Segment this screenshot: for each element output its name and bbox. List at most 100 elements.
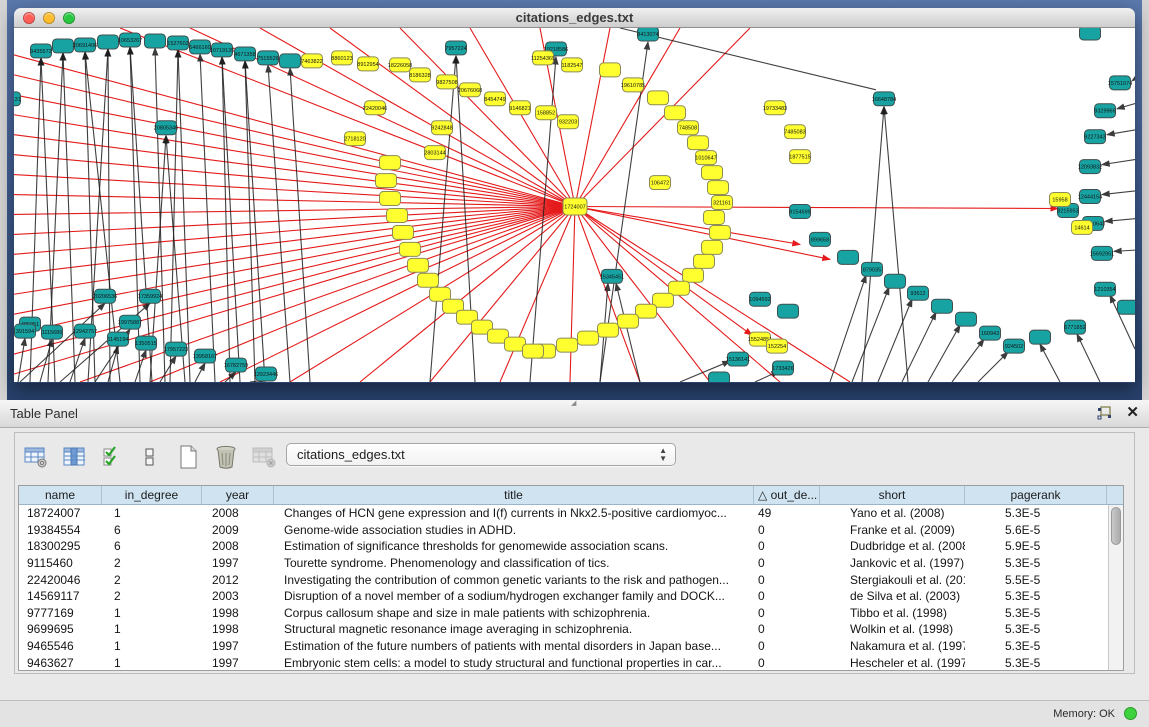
- network-node[interactable]: 10719135: [210, 43, 234, 57]
- network-node[interactable]: [956, 312, 977, 326]
- network-node[interactable]: [387, 208, 408, 222]
- network-node[interactable]: 7463822: [301, 54, 322, 68]
- table-row[interactable]: 1456911722003Disruption of a novel membe…: [19, 588, 1123, 605]
- network-node[interactable]: 160943: [980, 326, 1001, 340]
- network-node[interactable]: [408, 258, 429, 272]
- network-node[interactable]: [618, 314, 639, 328]
- network-node[interactable]: 8186328: [409, 68, 430, 82]
- table-row[interactable]: 1938455462009Genome-wide association stu…: [19, 522, 1123, 539]
- new-document-icon[interactable]: [175, 444, 201, 470]
- network-node[interactable]: 17957223: [164, 342, 188, 356]
- network-node[interactable]: 1182547: [562, 58, 583, 72]
- network-node[interactable]: 8454749: [484, 92, 505, 106]
- network-node[interactable]: 2718120: [344, 132, 365, 146]
- network-node[interactable]: 12093832: [1078, 160, 1102, 174]
- network-node[interactable]: 19975887: [118, 315, 142, 329]
- network-node[interactable]: 11254369: [531, 51, 555, 65]
- network-node[interactable]: [648, 91, 669, 105]
- network-node[interactable]: 8413074: [637, 28, 658, 41]
- network-node[interactable]: [885, 274, 906, 288]
- network-node[interactable]: 106472: [650, 176, 671, 190]
- network-node[interactable]: 16782759: [224, 358, 248, 372]
- close-panel-icon[interactable]: ✕: [1126, 405, 1139, 421]
- row-check-icon[interactable]: [99, 444, 125, 470]
- table-settings-icon[interactable]: [23, 444, 49, 470]
- column-header-in_degree[interactable]: in_degree: [102, 486, 202, 504]
- network-hub-node[interactable]: 1724007: [563, 198, 587, 215]
- zoom-window-button[interactable]: [63, 12, 75, 24]
- column-header-year[interactable]: year: [202, 486, 274, 504]
- network-node[interactable]: 879035: [862, 262, 883, 276]
- network-node[interactable]: 1527602: [167, 36, 188, 50]
- network-node[interactable]: 12923446: [254, 367, 278, 381]
- network-node[interactable]: [702, 240, 723, 254]
- network-node[interactable]: 1877515: [789, 150, 810, 164]
- table-row[interactable]: 911546021997Tourette syndrome. Phenomeno…: [19, 555, 1123, 572]
- network-node[interactable]: [1118, 300, 1136, 314]
- network-canvas[interactable]: 9435572206914061065326715276026466160107…: [14, 28, 1135, 382]
- column-header-pagerank[interactable]: pagerank: [965, 486, 1107, 504]
- table-row[interactable]: 969969511998Structural magnetic resonanc…: [19, 621, 1123, 638]
- network-node[interactable]: 19733483: [763, 101, 787, 115]
- network-node[interactable]: [380, 156, 401, 170]
- network-node[interactable]: [557, 338, 578, 352]
- network-node[interactable]: [708, 181, 729, 195]
- panel-resize-grip[interactable]: ◢: [571, 399, 576, 407]
- network-node[interactable]: [280, 54, 301, 68]
- network-node[interactable]: 152254: [767, 339, 788, 353]
- table-selector-dropdown[interactable]: citations_edges.txt ▲▼: [286, 443, 676, 466]
- column-select-icon[interactable]: [61, 444, 87, 470]
- network-node[interactable]: 9242848: [431, 121, 452, 135]
- network-node[interactable]: [694, 254, 715, 268]
- network-node[interactable]: [1030, 330, 1051, 344]
- network-node[interactable]: 932203: [558, 115, 579, 129]
- table-row[interactable]: 1872400712008Changes of HCN gene express…: [19, 505, 1123, 522]
- network-node[interactable]: [636, 304, 657, 318]
- network-node[interactable]: [704, 210, 725, 224]
- network-node[interactable]: [838, 250, 859, 264]
- network-node[interactable]: 748508: [678, 121, 699, 135]
- network-node[interactable]: 9435572: [30, 44, 51, 58]
- scrollbar-thumb[interactable]: [1111, 507, 1121, 545]
- network-node[interactable]: [1080, 28, 1101, 40]
- network-node[interactable]: 15751074: [1108, 76, 1132, 90]
- network-node[interactable]: 924502: [1004, 339, 1025, 353]
- network-node[interactable]: [709, 372, 730, 382]
- close-window-button[interactable]: [23, 12, 35, 24]
- network-node[interactable]: [688, 136, 709, 150]
- network-node[interactable]: [376, 174, 397, 188]
- network-node[interactable]: 7957224: [445, 41, 466, 55]
- network-node[interactable]: 9827508: [436, 75, 457, 89]
- minimize-window-button[interactable]: [43, 12, 55, 24]
- rows-icon[interactable]: [137, 444, 163, 470]
- network-node[interactable]: 8860123: [331, 51, 352, 65]
- network-node[interactable]: 1210354: [1094, 282, 1115, 296]
- network-node[interactable]: 1094592: [749, 292, 770, 306]
- network-node[interactable]: 899658: [810, 232, 831, 246]
- network-node[interactable]: [600, 63, 621, 77]
- float-panel-icon[interactable]: [1097, 406, 1112, 420]
- network-node[interactable]: 1350515: [135, 336, 156, 350]
- network-node[interactable]: [380, 192, 401, 206]
- network-node[interactable]: 8912954: [357, 57, 378, 71]
- network-node[interactable]: 15345451: [600, 269, 624, 283]
- network-node[interactable]: [578, 331, 599, 345]
- network-node[interactable]: [523, 344, 544, 358]
- table-row[interactable]: 946362711997Embryonic stem cells: a mode…: [19, 654, 1123, 671]
- column-header-name[interactable]: name: [19, 486, 102, 504]
- network-node[interactable]: [145, 34, 166, 48]
- delete-trash-icon[interactable]: [213, 444, 239, 470]
- network-node[interactable]: 20206536: [93, 289, 117, 303]
- network-node[interactable]: 20691406: [73, 38, 97, 52]
- network-node[interactable]: [778, 304, 799, 318]
- network-node[interactable]: 10653267: [118, 33, 142, 47]
- network-node[interactable]: 9227343: [1084, 130, 1105, 144]
- network-node[interactable]: [702, 166, 723, 180]
- network-node[interactable]: [932, 299, 953, 313]
- column-header-out_de[interactable]: △ out_de...: [754, 486, 820, 504]
- network-node[interactable]: 9329966: [1094, 104, 1115, 118]
- column-header-title[interactable]: title: [274, 486, 754, 504]
- network-node[interactable]: 20805346: [154, 121, 178, 135]
- network-node[interactable]: 19610785: [621, 78, 645, 92]
- table-row[interactable]: 1830029562008Estimation of significance …: [19, 538, 1123, 555]
